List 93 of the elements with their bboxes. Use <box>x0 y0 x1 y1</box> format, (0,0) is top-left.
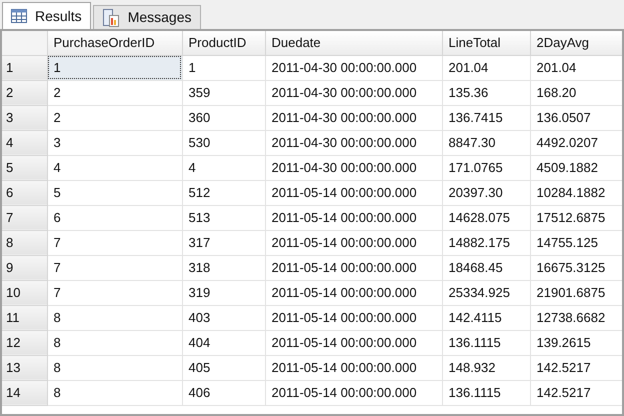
column-header[interactable]: LineTotal <box>442 31 530 55</box>
table-cell: 171.0765 <box>442 155 530 180</box>
table-cell: 136.7415 <box>442 105 530 130</box>
table-cell: 168.20 <box>530 80 622 105</box>
table-cell: 2011-05-14 00:00:00.000 <box>265 255 442 280</box>
table-cell: 3 <box>47 130 182 155</box>
table-cell: 18468.45 <box>442 255 530 280</box>
row-number[interactable]: 8 <box>2 230 47 255</box>
table-cell: 201.04 <box>530 55 622 80</box>
table-cell: 14882.175 <box>442 230 530 255</box>
table-cell: 2011-04-30 00:00:00.000 <box>265 105 442 130</box>
tab[interactable]: Results <box>2 2 91 29</box>
table-cell: 25334.925 <box>442 280 530 305</box>
table-cell: 359 <box>182 80 265 105</box>
row-number[interactable]: 7 <box>2 205 47 230</box>
column-header[interactable]: 2DayAvg <box>530 31 622 55</box>
table-cell: 2011-05-14 00:00:00.000 <box>265 305 442 330</box>
table-cell: 405 <box>182 355 265 380</box>
table-cell: 2011-05-14 00:00:00.000 <box>265 230 442 255</box>
table-cell: 12738.6682 <box>530 305 622 330</box>
table-cell: 2011-04-30 00:00:00.000 <box>265 80 442 105</box>
table-cell: 4509.1882 <box>530 155 622 180</box>
table-cell: 4 <box>47 155 182 180</box>
table-cell: 530 <box>182 130 265 155</box>
table-cell: 360 <box>182 105 265 130</box>
table-cell: 1 <box>182 55 265 80</box>
row-number[interactable]: 11 <box>2 305 47 330</box>
row-number[interactable]: 10 <box>2 280 47 305</box>
table-cell: 14628.075 <box>442 205 530 230</box>
table-cell: 139.2615 <box>530 330 622 355</box>
table-cell: 148.932 <box>442 355 530 380</box>
table-cell: 318 <box>182 255 265 280</box>
table-cell: 142.4115 <box>442 305 530 330</box>
column-header[interactable]: Duedate <box>265 31 442 55</box>
document-icon <box>102 8 120 26</box>
row-number[interactable]: 3 <box>2 105 47 130</box>
table-cell: 319 <box>182 280 265 305</box>
table-cell: 4492.0207 <box>530 130 622 155</box>
table-cell: 201.04 <box>442 55 530 80</box>
table-cell: 2011-04-30 00:00:00.000 <box>265 130 442 155</box>
row-number[interactable]: 13 <box>2 355 47 380</box>
table-cell: 406 <box>182 380 265 405</box>
table-cell: 4 <box>182 155 265 180</box>
table-cell: 136.1115 <box>442 330 530 355</box>
table-cell: 403 <box>182 305 265 330</box>
table-cell: 8 <box>47 355 182 380</box>
table-cell: 17512.6875 <box>530 205 622 230</box>
table-cell: 8 <box>47 305 182 330</box>
table-cell: 20397.30 <box>442 180 530 205</box>
tab[interactable]: Messages <box>92 5 200 29</box>
row-number[interactable]: 6 <box>2 180 47 205</box>
table-cell: 16675.3125 <box>530 255 622 280</box>
column-header[interactable]: PurchaseOrderID <box>47 31 182 55</box>
table-cell: 2011-05-14 00:00:00.000 <box>265 330 442 355</box>
table-cell: 21901.6875 <box>530 280 622 305</box>
table-cell: 7 <box>47 280 182 305</box>
table-cell: 135.36 <box>442 80 530 105</box>
table-cell: 1 <box>47 55 182 80</box>
table-cell: 2011-04-30 00:00:00.000 <box>265 155 442 180</box>
table-cell: 6 <box>47 205 182 230</box>
table-cell: 5 <box>47 180 182 205</box>
table-cell: 136.0507 <box>530 105 622 130</box>
row-number[interactable]: 4 <box>2 130 47 155</box>
table-cell: 513 <box>182 205 265 230</box>
table-cell: 512 <box>182 180 265 205</box>
table-cell: 2011-05-14 00:00:00.000 <box>265 205 442 230</box>
table-cell: 2011-04-30 00:00:00.000 <box>265 55 442 80</box>
table-cell: 14755.125 <box>530 230 622 255</box>
table-cell: 2 <box>47 80 182 105</box>
table-cell: 2011-05-14 00:00:00.000 <box>265 380 442 405</box>
column-header[interactable]: ProductID <box>182 31 265 55</box>
row-number[interactable]: 12 <box>2 330 47 355</box>
table-cell: 10284.1882 <box>530 180 622 205</box>
table-cell: 404 <box>182 330 265 355</box>
table-cell: 7 <box>47 230 182 255</box>
table-cell: 2 <box>47 105 182 130</box>
row-number[interactable]: 1 <box>2 55 47 80</box>
table-cell: 8 <box>47 380 182 405</box>
table-cell: 136.1115 <box>442 380 530 405</box>
row-number[interactable]: 9 <box>2 255 47 280</box>
table-cell: 8847.30 <box>442 130 530 155</box>
table-cell: 8 <box>47 330 182 355</box>
table-cell: 317 <box>182 230 265 255</box>
row-number[interactable]: 2 <box>2 80 47 105</box>
table-cell: 142.5217 <box>530 380 622 405</box>
row-number[interactable]: 14 <box>2 380 47 405</box>
table-cell: 7 <box>47 255 182 280</box>
grid-icon <box>11 9 27 23</box>
table-cell: 2011-05-14 00:00:00.000 <box>265 355 442 380</box>
table-cell: 2011-05-14 00:00:00.000 <box>265 280 442 305</box>
table-cell: 2011-05-14 00:00:00.000 <box>265 180 442 205</box>
row-number[interactable]: 5 <box>2 155 47 180</box>
table-cell: 142.5217 <box>530 355 622 380</box>
